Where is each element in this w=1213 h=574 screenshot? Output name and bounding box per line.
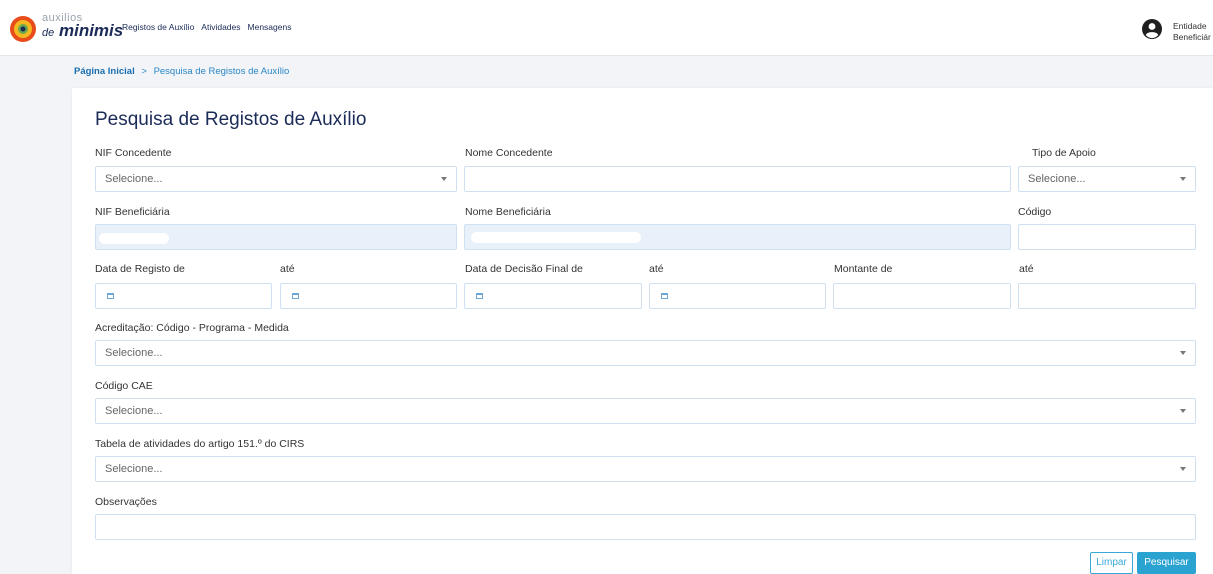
nav-item-atividades[interactable]: Atividades bbox=[201, 22, 240, 32]
montante-ate-input[interactable] bbox=[1018, 283, 1196, 309]
data-decisao-de-input[interactable] bbox=[464, 283, 642, 309]
tabela-atividades-placeholder: Selecione... bbox=[105, 463, 163, 475]
logo-text-minimis-word: minimis bbox=[58, 21, 124, 40]
user-profile-label[interactable]: Entidade Beneficiár bbox=[1173, 21, 1211, 43]
nav-item-registos[interactable]: Registos de Auxílio bbox=[122, 22, 194, 32]
montante-ate-label: até bbox=[1019, 263, 1034, 275]
montante-de-label: Montante de bbox=[834, 263, 893, 275]
nif-beneficiaria-label: NIF Beneficiária bbox=[95, 206, 170, 218]
codigo-input[interactable] bbox=[1018, 224, 1196, 250]
nome-concedente-input[interactable] bbox=[464, 166, 1011, 192]
chevron-down-icon bbox=[1180, 409, 1186, 413]
acreditacao-select[interactable]: Selecione... bbox=[95, 340, 1196, 366]
data-decisao-ate-input[interactable] bbox=[649, 283, 826, 309]
acreditacao-placeholder: Selecione... bbox=[105, 347, 163, 359]
nome-beneficiaria-field bbox=[464, 224, 1011, 250]
observacoes-input[interactable] bbox=[95, 514, 1196, 540]
user-line1: Entidade bbox=[1173, 21, 1207, 31]
logo-icon[interactable] bbox=[9, 15, 37, 43]
redacted-block bbox=[99, 233, 169, 244]
logo-text-de: de bbox=[42, 27, 55, 39]
chevron-down-icon bbox=[1180, 351, 1186, 355]
logo-text-minimis: de minimis bbox=[42, 22, 123, 42]
main-nav: Registos de Auxílio Atividades Mensagens bbox=[122, 22, 291, 32]
nav-item-mensagens[interactable]: Mensagens bbox=[248, 22, 292, 32]
chevron-down-icon bbox=[1180, 177, 1186, 181]
search-button[interactable]: Pesquisar bbox=[1137, 552, 1196, 574]
user-avatar-icon[interactable] bbox=[1142, 19, 1162, 39]
data-registo-de-input[interactable] bbox=[95, 283, 272, 309]
user-line2: Beneficiár bbox=[1173, 32, 1211, 42]
clear-button[interactable]: Limpar bbox=[1090, 552, 1133, 574]
nif-concedente-placeholder: Selecione... bbox=[105, 173, 163, 185]
page-title: Pesquisa de Registos de Auxílio bbox=[95, 109, 367, 130]
top-navbar: auxilios de minimis Registos de Auxílio … bbox=[0, 0, 1213, 56]
codigo-cae-label: Código CAE bbox=[95, 380, 153, 392]
nif-concedente-label: NIF Concedente bbox=[95, 147, 172, 159]
calendar-icon[interactable] bbox=[107, 293, 114, 299]
observacoes-label: Observações bbox=[95, 496, 157, 508]
data-registo-ate-input[interactable] bbox=[280, 283, 457, 309]
breadcrumb-current: Pesquisa de Registos de Auxílio bbox=[153, 66, 290, 77]
breadcrumb-separator: > bbox=[141, 66, 147, 77]
codigo-label: Código bbox=[1018, 206, 1052, 218]
chevron-down-icon bbox=[441, 177, 447, 181]
calendar-icon[interactable] bbox=[476, 293, 483, 299]
calendar-icon[interactable] bbox=[292, 293, 299, 299]
montante-de-input[interactable] bbox=[833, 283, 1011, 309]
data-registo-de-label: Data de Registo de bbox=[95, 263, 185, 275]
breadcrumb: Página Inicial > Pesquisa de Registos de… bbox=[74, 66, 289, 77]
tipo-apoio-select[interactable]: Selecione... bbox=[1018, 166, 1196, 192]
nif-concedente-select[interactable]: Selecione... bbox=[95, 166, 457, 192]
chevron-down-icon bbox=[1180, 467, 1186, 471]
calendar-icon[interactable] bbox=[661, 293, 668, 299]
codigo-cae-select[interactable]: Selecione... bbox=[95, 398, 1196, 424]
nome-concedente-label: Nome Concedente bbox=[465, 147, 553, 159]
tabela-atividades-select[interactable]: Selecione... bbox=[95, 456, 1196, 482]
data-decisao-ate-label: até bbox=[649, 263, 664, 275]
acreditacao-label: Acreditação: Código - Programa - Medida bbox=[95, 322, 289, 334]
redacted-block bbox=[471, 232, 641, 243]
data-decisao-de-label: Data de Decisão Final de bbox=[465, 263, 583, 275]
tipo-apoio-label: Tipo de Apoio bbox=[1032, 147, 1096, 159]
breadcrumb-home-link[interactable]: Página Inicial bbox=[74, 66, 135, 77]
nome-beneficiaria-label: Nome Beneficiária bbox=[465, 206, 551, 218]
codigo-cae-placeholder: Selecione... bbox=[105, 405, 163, 417]
data-registo-ate-label: até bbox=[280, 263, 295, 275]
tipo-apoio-placeholder: Selecione... bbox=[1028, 173, 1086, 185]
nif-beneficiaria-field bbox=[95, 224, 457, 250]
tabela-atividades-label: Tabela de atividades do artigo 151.º do … bbox=[95, 438, 305, 450]
